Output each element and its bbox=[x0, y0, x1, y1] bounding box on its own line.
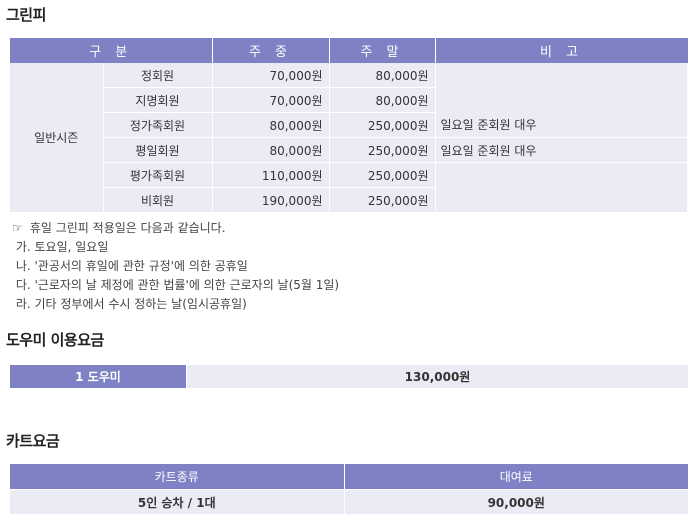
note-item: 나. '관공서의 휴일에 관한 규정'에 의한 공휴일 bbox=[12, 259, 248, 273]
note-cell: 일요일 준회원 대우 bbox=[435, 112, 688, 138]
note-item: 라. 기타 정부에서 수시 정하는 날(임시공휴일) bbox=[12, 297, 247, 311]
note-cell bbox=[435, 63, 688, 88]
header-note: 비 고 bbox=[435, 38, 688, 63]
weekend-fee: 80,000원 bbox=[329, 87, 436, 113]
header-category: 구 분 bbox=[10, 38, 213, 63]
weekend-fee: 80,000원 bbox=[329, 63, 436, 88]
season-cell: 일반시즌 bbox=[10, 63, 104, 213]
weekday-fee: 80,000원 bbox=[212, 112, 330, 138]
note-cell bbox=[435, 187, 688, 213]
table-row: 평일회원 80,000원 250,000원 일요일 준회원 대우 bbox=[10, 137, 688, 163]
domi-label: 1 도우미 bbox=[10, 365, 187, 388]
header-weekday: 주 중 bbox=[212, 38, 330, 63]
header-cart-kind: 카트종류 bbox=[10, 464, 345, 490]
cart-kind: 5인 승차 / 1대 bbox=[10, 489, 345, 514]
table-row: 5인 승차 / 1대 90,000원 bbox=[10, 489, 688, 514]
note-cell bbox=[435, 87, 688, 113]
member-type: 정회원 bbox=[103, 63, 213, 88]
domi-title: 도우미 이용요금 bbox=[6, 331, 104, 349]
table-row: 1 도우미 130,000원 bbox=[10, 365, 688, 388]
domi-fee: 130,000원 bbox=[186, 365, 688, 388]
note-cell bbox=[435, 162, 688, 188]
weekday-fee: 110,000원 bbox=[212, 162, 330, 188]
pointing-hand-icon: ☞ bbox=[12, 221, 23, 235]
member-type: 지명회원 bbox=[103, 87, 213, 113]
member-type: 비회원 bbox=[103, 187, 213, 213]
note-item: 다. '근로자의 날 제정에 관한 법률'에 의한 근로자의 날(5월 1일) bbox=[12, 278, 340, 292]
weekend-fee: 250,000원 bbox=[329, 137, 436, 163]
weekday-fee: 190,000원 bbox=[212, 187, 330, 213]
weekend-fee: 250,000원 bbox=[329, 112, 436, 138]
member-type: 평일회원 bbox=[103, 137, 213, 163]
table-row: 평가족회원 110,000원 250,000원 bbox=[10, 162, 688, 188]
cart-title: 카트요금 bbox=[6, 432, 60, 450]
table-row: 비회원 190,000원 250,000원 bbox=[10, 187, 688, 213]
member-type: 정가족회원 bbox=[103, 112, 213, 138]
note-cell: 일요일 준회원 대우 bbox=[435, 137, 688, 163]
greenfee-table: 구 분 주 중 주 말 비 고 일반시즌 정회원 70,000원 80,000원… bbox=[10, 38, 688, 213]
greenfee-header-row: 구 분 주 중 주 말 비 고 bbox=[10, 38, 688, 63]
header-weekend: 주 말 bbox=[329, 38, 436, 63]
weekday-fee: 70,000원 bbox=[212, 63, 330, 88]
member-type: 평가족회원 bbox=[103, 162, 213, 188]
weekend-fee: 250,000원 bbox=[329, 187, 436, 213]
table-row: 일반시즌 정회원 70,000원 80,000원 bbox=[10, 63, 688, 213]
note-item: 가. 토요일, 일요일 bbox=[12, 240, 109, 254]
greenfee-title: 그린피 bbox=[6, 6, 46, 24]
weekend-fee: 250,000원 bbox=[329, 162, 436, 188]
table-row: 정가족회원 80,000원 250,000원 일요일 준회원 대우 bbox=[10, 112, 688, 138]
table-row: 지명회원 70,000원 80,000원 bbox=[10, 87, 688, 113]
cart-table: 카트종류 대여료 5인 승차 / 1대 90,000원 bbox=[10, 464, 688, 514]
weekday-fee: 70,000원 bbox=[212, 87, 330, 113]
cart-header-row: 카트종류 대여료 bbox=[10, 464, 688, 490]
notes-intro: 휴일 그린피 적용일은 다음과 같습니다. bbox=[29, 221, 226, 235]
header-cart-fee: 대여료 bbox=[344, 464, 688, 490]
domi-table: 1 도우미 130,000원 bbox=[10, 365, 688, 388]
cart-fee: 90,000원 bbox=[344, 489, 688, 514]
weekday-fee: 80,000원 bbox=[212, 137, 330, 163]
holiday-notes: ☞ 휴일 그린피 적용일은 다음과 같습니다. 가. 토요일, 일요일 나. '… bbox=[12, 219, 339, 314]
notes-intro-line: ☞ 휴일 그린피 적용일은 다음과 같습니다. bbox=[12, 219, 339, 238]
